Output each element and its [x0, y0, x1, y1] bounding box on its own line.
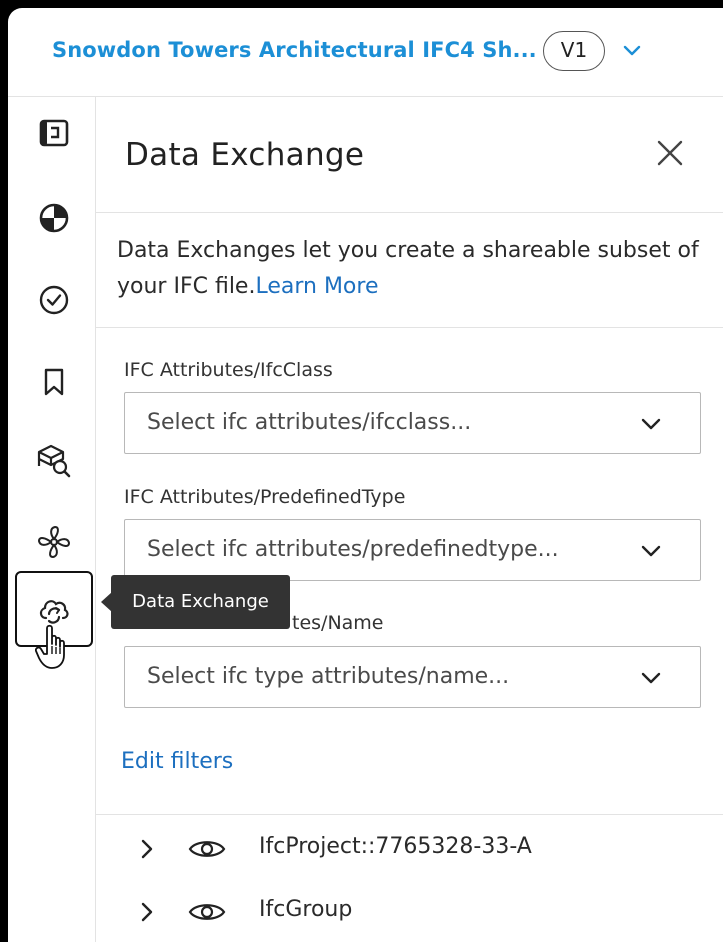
- issues-check-icon: [39, 285, 69, 315]
- select-placeholder: Select ifc type attributes/name...: [147, 664, 510, 689]
- header: Snowdon Towers Architectural IFC4 Sh... …: [8, 8, 723, 97]
- type-name-select[interactable]: Select ifc type attributes/name...: [124, 646, 701, 708]
- close-icon[interactable]: [654, 137, 686, 169]
- filter-label-ifc-class: IFC Attributes/IfcClass: [124, 359, 333, 381]
- description-text: Data Exchanges let you create a shareabl…: [117, 238, 699, 299]
- rail-item-model-browser[interactable]: [32, 196, 76, 240]
- panel-description: Data Exchanges let you create a shareabl…: [117, 233, 707, 305]
- bookmark-icon: [44, 368, 64, 396]
- chevron-right-icon[interactable]: [140, 901, 154, 923]
- model-browser-icon: [39, 203, 69, 233]
- tree-row[interactable]: IfcGroup: [96, 887, 723, 937]
- data-exchange-icon: [39, 600, 69, 624]
- filter-label-predefined-type: IFC Attributes/PredefinedType: [124, 486, 406, 508]
- tree-row-label: IfcGroup: [259, 897, 353, 922]
- eye-icon[interactable]: [188, 838, 226, 860]
- rail-item-issues[interactable]: [32, 278, 76, 322]
- divider: [96, 814, 723, 815]
- ifc-class-select[interactable]: Select ifc attributes/ifcclass...: [124, 392, 701, 454]
- select-placeholder: Select ifc attributes/predefinedtype...: [147, 537, 559, 562]
- tooltip: Data Exchange: [111, 575, 290, 629]
- chevron-right-icon[interactable]: [140, 838, 154, 860]
- filter-label-type-name: tes/Name: [292, 612, 384, 634]
- document-title[interactable]: Snowdon Towers Architectural IFC4 Sh...: [52, 38, 537, 62]
- panel-title: Data Exchange: [125, 137, 365, 173]
- eye-icon[interactable]: [188, 901, 226, 923]
- chevron-down-icon: [641, 418, 661, 430]
- tree-row[interactable]: IfcProject::7765328-33-A: [96, 824, 723, 874]
- divider: [96, 212, 723, 213]
- tool-rail: [8, 97, 96, 942]
- model-search-icon: [37, 444, 71, 478]
- select-placeholder: Select ifc attributes/ifcclass...: [147, 410, 472, 435]
- data-exchange-panel: Data Exchange Data Exchanges let you cre…: [96, 97, 723, 942]
- version-badge[interactable]: V1: [543, 31, 605, 71]
- divider: [96, 327, 723, 328]
- rail-item-bookmarks[interactable]: [32, 360, 76, 404]
- tree-row-label: IfcProject::7765328-33-A: [259, 834, 532, 859]
- sheets-icon: [39, 119, 69, 147]
- learn-more-link[interactable]: Learn More: [255, 274, 378, 299]
- predefined-type-select[interactable]: Select ifc attributes/predefinedtype...: [124, 519, 701, 581]
- fan-icon: [37, 525, 71, 559]
- chevron-down-icon[interactable]: [622, 44, 642, 58]
- viewer-panel-frame: Snowdon Towers Architectural IFC4 Sh... …: [8, 8, 723, 942]
- rail-item-model-search[interactable]: [32, 439, 76, 483]
- rail-item-systems[interactable]: [32, 520, 76, 564]
- rail-item-sheets[interactable]: [32, 111, 76, 155]
- chevron-down-icon: [641, 672, 661, 684]
- edit-filters-link[interactable]: Edit filters: [121, 749, 233, 774]
- hand-cursor-icon: [35, 624, 65, 669]
- chevron-down-icon: [641, 545, 661, 557]
